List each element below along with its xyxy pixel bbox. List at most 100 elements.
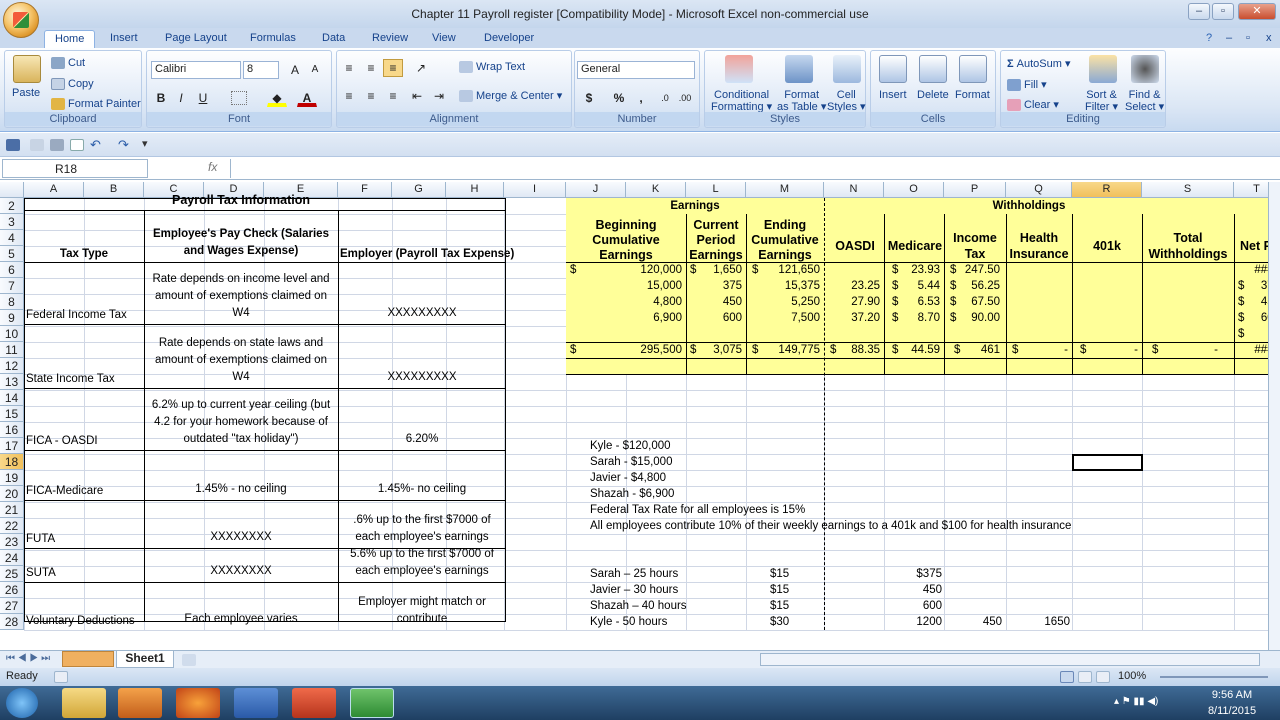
income-tax-cell[interactable]: 247.50 (956, 262, 1000, 278)
fill-button[interactable]: Fill ▾ (1007, 78, 1047, 92)
fill-color-icon[interactable]: ◆ (267, 89, 287, 107)
tax-type-cell[interactable]: FICA-Medicare (26, 483, 144, 499)
column-header[interactable]: O (884, 182, 944, 198)
paste-button[interactable]: Paste (12, 87, 40, 99)
tab-formulas[interactable]: Formulas (250, 30, 296, 48)
total-ending-earnings[interactable]: 149,775 (760, 342, 820, 358)
row-header[interactable]: 17 (0, 438, 24, 454)
register-column-header[interactable]: OASDI (826, 238, 884, 254)
clear-button[interactable]: Clear ▾ (1007, 98, 1059, 112)
column-header[interactable]: S (1142, 182, 1234, 198)
row-header[interactable]: 21 (0, 502, 24, 518)
ribbon-close-icon[interactable]: x (1266, 30, 1272, 48)
total-oasdi[interactable]: 88.35 (836, 342, 880, 358)
percent-button[interactable]: % (609, 89, 629, 107)
employer-cell[interactable]: Employer might match or contribute (340, 582, 504, 628)
find-select-button[interactable]: Find & Select ▾ (1125, 89, 1164, 113)
tab-review[interactable]: Review (372, 30, 408, 48)
oasdi-cell[interactable] (824, 262, 880, 278)
row-header[interactable]: 25 (0, 566, 24, 582)
insert-cells-button[interactable]: Insert (879, 89, 907, 101)
current-earnings-cell[interactable]: 600 (686, 310, 742, 326)
row-header[interactable]: 18 (0, 454, 24, 470)
customize-toolbar-icon[interactable]: ▾ (142, 137, 148, 150)
note-text[interactable]: Sarah - $15,000 (590, 454, 1090, 470)
column-header[interactable]: G (392, 182, 446, 198)
current-earnings-cell[interactable]: 375 (686, 278, 742, 294)
tab-insert[interactable]: Insert (110, 30, 138, 48)
currency-symbol[interactable]: $ (570, 262, 582, 278)
comma-button[interactable]: , (631, 89, 651, 107)
beginning-earnings-cell[interactable]: 4,800 (620, 294, 682, 310)
tax-type-cell[interactable]: FUTA (26, 531, 144, 547)
column-header[interactable]: I (504, 182, 566, 198)
align-left-icon[interactable]: ≡ (339, 87, 359, 105)
align-top-icon[interactable]: ≡ (339, 59, 359, 77)
employee-cell[interactable]: Rate depends on income level and amount … (148, 262, 334, 322)
word-icon[interactable] (234, 688, 278, 718)
orientation-icon[interactable]: ↗ (411, 59, 431, 77)
borders-icon[interactable] (231, 91, 247, 105)
total-current-earnings[interactable]: 3,075 (700, 342, 742, 358)
firefox-icon[interactable] (176, 688, 220, 718)
register-column-header[interactable]: Medicare (886, 238, 944, 254)
increase-indent-icon[interactable]: ⇥ (429, 87, 449, 105)
new-sheet-icon[interactable] (182, 654, 196, 666)
column-header[interactable]: Q (1006, 182, 1072, 198)
align-middle-icon[interactable]: ≡ (361, 59, 381, 77)
total-withholdings[interactable]: - (1160, 342, 1218, 358)
redo-icon[interactable]: ↷ (118, 137, 129, 153)
row-header[interactable]: 5 (0, 246, 24, 262)
row-header[interactable]: 9 (0, 310, 24, 326)
row-header[interactable]: 12 (0, 358, 24, 374)
page-layout-view-icon[interactable] (1078, 671, 1092, 683)
employee-cell[interactable]: 1.45% - no ceiling (148, 450, 334, 498)
row-header[interactable]: 6 (0, 262, 24, 278)
employee-cell[interactable]: 6.2% up to current year ceiling (but 4.2… (148, 388, 334, 448)
font-name-select[interactable]: Calibri (151, 61, 241, 79)
row-header[interactable]: 4 (0, 230, 24, 246)
grow-font-icon[interactable]: A (285, 61, 305, 79)
earnings-header[interactable]: Earnings (566, 198, 824, 214)
note-text[interactable]: Kyle - $120,000 (590, 438, 1090, 454)
tab-developer[interactable]: Developer (484, 30, 534, 48)
tab-data[interactable]: Data (322, 30, 345, 48)
register-column-header[interactable]: Health Insurance (1008, 230, 1070, 262)
tax-type-cell[interactable]: SUTA (26, 565, 144, 581)
income-tax-cell[interactable]: 67.50 (956, 294, 1000, 310)
start-button[interactable] (6, 688, 38, 718)
hours-name-cell[interactable]: Shazah – 40 hours (590, 598, 750, 614)
medicare-cell[interactable]: 6.53 (900, 294, 940, 310)
register-column-header[interactable]: Income Tax (946, 230, 1004, 262)
row-header[interactable]: 19 (0, 470, 24, 486)
total-401k[interactable]: - (1088, 342, 1138, 358)
shrink-font-icon[interactable]: A (305, 61, 325, 79)
vertical-scrollbar[interactable] (1268, 182, 1280, 650)
formula-input[interactable] (230, 159, 1270, 178)
current-earnings-cell[interactable]: 1,650 (686, 262, 742, 278)
hours-total-cell[interactable] (1008, 582, 1070, 598)
currency-button[interactable]: $ (579, 89, 599, 107)
note-text[interactable]: Shazah - $6,900 (590, 486, 1090, 502)
beginning-earnings-cell[interactable]: 6,900 (620, 310, 682, 326)
print-preview-icon[interactable] (30, 139, 44, 151)
tab-page-layout[interactable]: Page Layout (165, 30, 227, 48)
hours-extra-cell[interactable] (944, 582, 1002, 598)
bold-button[interactable]: B (151, 89, 171, 107)
withholdings-header[interactable]: Withholdings (824, 198, 1234, 214)
employer-cell[interactable]: 5.6% up to the first $7000 of each emplo… (340, 548, 504, 580)
medicare-cell[interactable]: 23.93 (900, 262, 940, 278)
autosum-button[interactable]: Σ AutoSum ▾ (1007, 57, 1071, 70)
ending-earnings-cell[interactable]: 121,650 (760, 262, 820, 278)
horizontal-scrollbar[interactable] (760, 653, 1260, 666)
column-header[interactable]: K (626, 182, 686, 198)
column-header[interactable]: J (566, 182, 626, 198)
number-format-select[interactable]: General (577, 61, 695, 79)
register-column-header[interactable]: Total Withholdings (1144, 230, 1232, 262)
row-header[interactable]: 10 (0, 326, 24, 342)
copy-button[interactable]: Copy (51, 78, 94, 91)
hours-total-cell[interactable] (1008, 598, 1070, 614)
underline-button[interactable]: U (193, 89, 213, 107)
oasdi-cell[interactable]: 37.20 (824, 310, 880, 326)
row-header[interactable]: 26 (0, 582, 24, 598)
